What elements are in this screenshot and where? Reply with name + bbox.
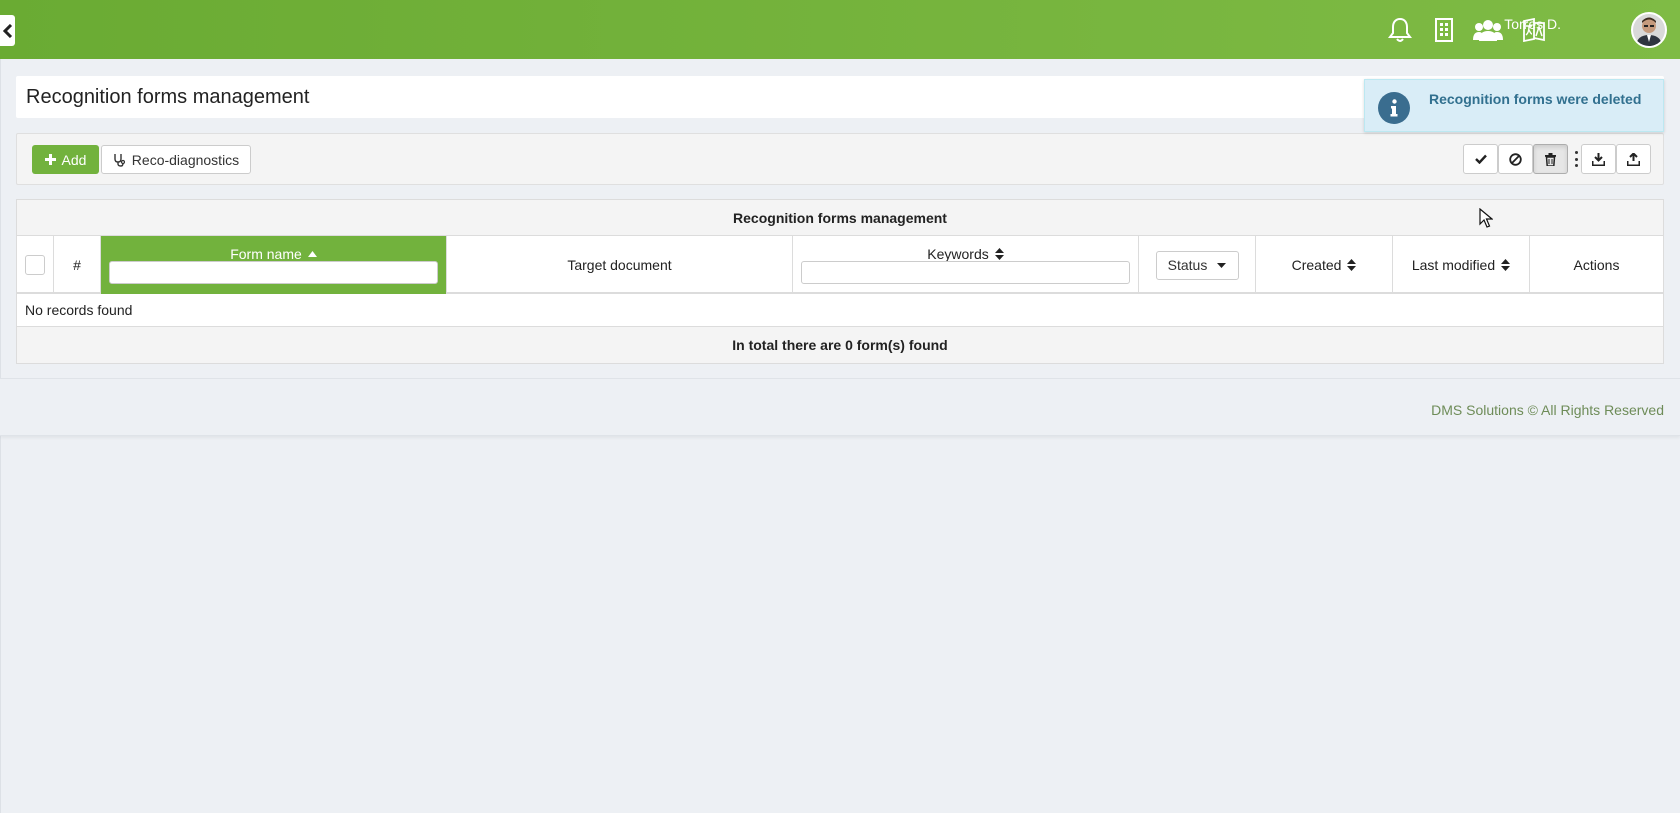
form-name-filter-input[interactable] [109, 261, 438, 284]
upload-icon [1627, 152, 1640, 166]
user-photo-icon [1633, 14, 1665, 46]
upload-button[interactable] [1616, 144, 1651, 174]
deactivate-button[interactable] [1498, 144, 1533, 174]
table-header: # Form name Target document Keywords Sta… [17, 236, 1663, 294]
avatar[interactable] [1631, 12, 1667, 48]
select-all-checkbox[interactable] [25, 255, 45, 275]
copyright-text: DMS Solutions © All Rights Reserved [1431, 402, 1664, 418]
empty-message: No records found [17, 294, 1663, 327]
column-last-modified-label: Last modified [1411, 257, 1496, 273]
notifications-button[interactable] [1378, 0, 1422, 59]
column-keywords-label: Keywords [927, 246, 989, 262]
status-filter-select[interactable]: Status [1155, 250, 1239, 280]
sort-icon [1501, 259, 1511, 271]
stethoscope-icon [114, 153, 125, 167]
column-last-modified[interactable]: Last modified [1393, 236, 1530, 294]
sort-icon [994, 248, 1004, 260]
add-button[interactable]: Add [32, 145, 99, 174]
column-form-name-label: Form name [230, 246, 302, 262]
bell-icon [1388, 17, 1412, 42]
add-button-label: Add [61, 151, 87, 168]
select-all-header [17, 236, 54, 294]
caret-down-icon [1217, 262, 1227, 268]
column-target-document-label: Target document [567, 257, 672, 273]
kebab-dot [1574, 151, 1578, 154]
column-actions-label: Actions [1573, 257, 1620, 273]
page-title: Recognition forms management [26, 86, 310, 108]
page-left-edge [0, 59, 1, 813]
column-created-label: Created [1291, 257, 1342, 273]
kebab-dot [1574, 157, 1578, 161]
toast-message: Recognition forms were deleted [1429, 91, 1642, 107]
back-button[interactable] [0, 15, 15, 46]
activate-button[interactable] [1463, 144, 1498, 174]
building-icon [1435, 17, 1453, 42]
sort-icon [1347, 259, 1357, 271]
download-button[interactable] [1581, 144, 1616, 174]
column-number-label: # [73, 257, 81, 273]
column-actions: Actions [1530, 236, 1663, 294]
table-footer: In total there are 0 form(s) found [17, 327, 1663, 363]
ban-icon [1509, 152, 1522, 166]
table-caption: Recognition forms management [17, 200, 1663, 236]
page-footer: DMS Solutions © All Rights Reserved [0, 378, 1680, 436]
notification-toast[interactable]: Recognition forms were deleted [1364, 79, 1664, 132]
column-form-name[interactable]: Form name [101, 236, 447, 294]
trash-icon [1545, 152, 1556, 166]
column-target-document: Target document [447, 236, 793, 294]
users-icon [1473, 19, 1503, 41]
organization-button[interactable] [1422, 0, 1466, 59]
forms-table: Recognition forms management # Form name… [16, 199, 1664, 364]
check-icon [1474, 154, 1487, 164]
top-bar: Torres D. [0, 0, 1680, 59]
reco-diagnostics-label: Reco-diagnostics [131, 151, 240, 168]
keywords-filter-input[interactable] [801, 261, 1130, 284]
column-number: # [54, 236, 101, 294]
download-icon [1592, 152, 1605, 166]
toolbar-actions [1463, 144, 1663, 175]
column-status: Status [1139, 236, 1256, 294]
more-options-button[interactable] [1573, 151, 1579, 167]
kebab-dot [1574, 164, 1578, 167]
user-name[interactable]: Torres D. [1504, 16, 1561, 32]
reco-diagnostics-button[interactable]: Reco-diagnostics [101, 145, 251, 174]
delete-button[interactable] [1533, 144, 1568, 174]
mouse-cursor-icon [1479, 208, 1493, 228]
chevron-left-icon [2, 23, 12, 38]
info-icon [1378, 92, 1410, 124]
column-created[interactable]: Created [1256, 236, 1393, 294]
status-filter-label: Status [1167, 257, 1208, 273]
sort-asc-icon [307, 251, 317, 257]
column-keywords[interactable]: Keywords [793, 236, 1139, 294]
toolbar: Add Reco-diagnostics [16, 133, 1664, 185]
plus-icon [44, 154, 56, 165]
